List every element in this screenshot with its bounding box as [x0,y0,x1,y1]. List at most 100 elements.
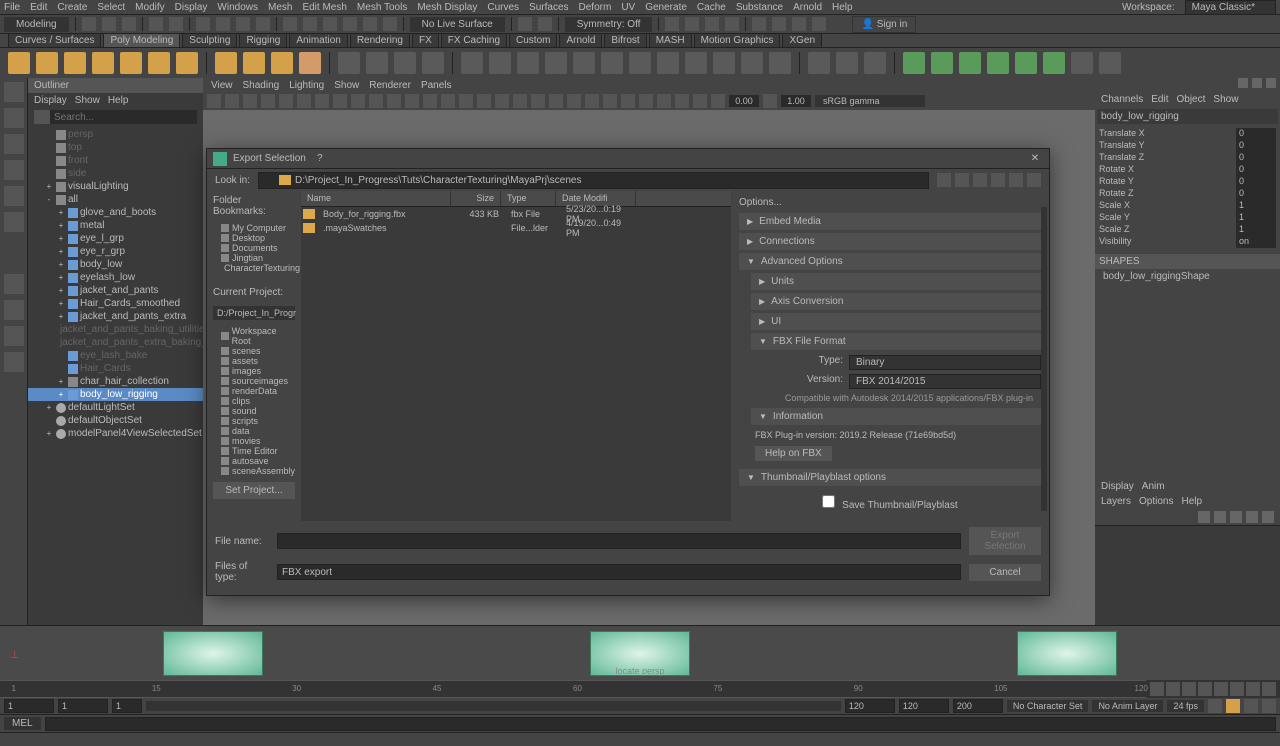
section-information[interactable]: ▼Information [751,408,1041,425]
shelf-mirror-icon[interactable] [1015,52,1037,74]
menu-help[interactable]: Help [832,2,853,13]
live-surface[interactable]: No Live Surface [410,17,505,32]
workspace-folder-item[interactable]: renderData [213,386,295,396]
vp-tool-icon[interactable] [639,94,653,108]
vp-tool-icon[interactable] [279,94,293,108]
section-axis[interactable]: ▶Axis Conversion [751,293,1041,310]
menu-generate[interactable]: Generate [645,2,687,13]
shelf-tab[interactable]: Rigging [239,33,287,48]
nav-thumbview-icon[interactable] [1027,173,1041,187]
shape-name[interactable]: body_low_riggingShape [1095,269,1280,284]
menu-file[interactable]: File [4,2,20,13]
select-tool-icon[interactable] [4,82,24,102]
attr-name[interactable]: Translate Z [1099,152,1144,164]
layout-tool-icon[interactable] [4,326,24,346]
cb-show[interactable]: Show [1213,94,1238,105]
outliner-item[interactable]: +eyelash_low [28,271,203,284]
scale-tool-icon[interactable] [4,212,24,232]
section-advanced[interactable]: ▼Advanced Options [739,253,1041,270]
vp-tool-icon[interactable] [495,94,509,108]
expand-toggle-icon[interactable]: + [56,377,66,386]
workspace-folder-item[interactable]: sourceimages [213,376,295,386]
options-scrollbar[interactable] [1041,207,1047,511]
vp-tool-icon[interactable] [657,94,671,108]
vp-tool-icon[interactable] [207,94,221,108]
file-row[interactable]: Body_for_rigging.fbx433 KBfbx File5/23/2… [301,207,731,221]
open-scene-icon[interactable] [102,17,116,31]
shelf-tab[interactable]: Animation [289,33,347,48]
vp-tool-icon[interactable] [567,94,581,108]
section-thumbnail[interactable]: ▼Thumbnail/Playblast options [739,469,1041,486]
vp-tool-icon[interactable] [603,94,617,108]
attr-value[interactable]: 1 [1236,212,1276,224]
expand-toggle-icon[interactable]: + [56,247,66,256]
expand-toggle-icon[interactable]: + [56,312,66,321]
outliner-display[interactable]: Display [34,95,67,106]
fbx-version-dropdown[interactable]: FBX 2014/2015 [849,374,1041,389]
col-size[interactable]: Size [451,191,501,206]
polyplane-icon[interactable] [148,52,170,74]
panel-toggle-icon[interactable] [772,17,786,31]
range-slider[interactable] [146,701,841,711]
workspace-folder-item[interactable]: Time Editor [213,446,295,456]
layer-add-selected-icon[interactable] [1246,511,1258,523]
shelf-targetweld-icon[interactable] [545,52,567,74]
shelf-tool-icon[interactable] [1099,52,1121,74]
vp-tool-icon[interactable] [225,94,239,108]
workspace-folder-item[interactable]: Workspace Root [213,326,295,346]
rotate-tool-icon[interactable] [4,186,24,206]
shelf-smooth-icon[interactable] [573,52,595,74]
autokey-icon[interactable] [1208,699,1222,713]
layers-options[interactable]: Options [1139,496,1173,507]
bookmark-item[interactable]: Jingtian [213,253,295,263]
character-set-dropdown[interactable]: No Character Set [1007,700,1089,712]
nav-home-icon[interactable] [973,173,987,187]
outliner-show[interactable]: Show [75,95,100,106]
attr-name[interactable]: Rotate Y [1099,176,1134,188]
outliner-item[interactable]: +Hair_Cards_smoothed [28,297,203,310]
shelf-tab[interactable]: Sculpting [182,33,237,48]
lasso-tool-icon[interactable] [4,108,24,128]
workspace-folder-item[interactable]: autosave [213,456,295,466]
colorspace-dropdown[interactable]: sRGB gamma [815,95,925,107]
shelf-tab[interactable]: Motion Graphics [694,33,781,48]
shelf-fillhole-icon[interactable] [685,52,707,74]
shelf-merge-icon[interactable] [517,52,539,74]
step-forward-key-icon[interactable] [1246,682,1260,696]
shelf-bridge-icon[interactable] [394,52,416,74]
shelf-tool-icon[interactable] [1071,52,1093,74]
shelf-extrude-icon[interactable] [338,52,360,74]
play-end-field[interactable] [845,699,895,713]
shelf-connect-icon[interactable] [864,52,886,74]
vp-tool-icon[interactable] [423,94,437,108]
layer-create-icon[interactable] [1262,511,1274,523]
shelf-subdivide-icon[interactable] [601,52,623,74]
play-reverse-icon[interactable] [1198,682,1212,696]
attr-value[interactable]: 0 [1236,152,1276,164]
dialog-titlebar[interactable]: Export Selection ? ✕ [207,149,1049,169]
menu-modify[interactable]: Modify [135,2,164,13]
set-project-button[interactable]: Set Project... [213,482,295,499]
vp-panels[interactable]: Panels [421,80,452,91]
attr-value[interactable]: on [1236,236,1276,248]
setkey-icon[interactable] [1226,699,1240,713]
current-frame-field[interactable] [112,699,142,713]
vp-tool-icon[interactable] [387,94,401,108]
bookmark-item[interactable]: Desktop [213,233,295,243]
bookmark-item[interactable]: My Computer [213,223,295,233]
workspace-folder-item[interactable]: images [213,366,295,376]
platonic-icon[interactable] [215,52,237,74]
panel-toggle-icon[interactable] [792,17,806,31]
outliner-item[interactable]: +metal [28,219,203,232]
render-icon[interactable] [685,17,699,31]
goto-start-icon[interactable] [1150,682,1164,696]
section-fbxformat[interactable]: ▼FBX File Format [751,333,1041,350]
layers-list[interactable] [1095,525,1280,625]
step-back-icon[interactable] [1182,682,1196,696]
menu-windows[interactable]: Windows [217,2,258,13]
outliner-item[interactable]: +char_hair_collection [28,375,203,388]
attr-name[interactable]: Translate X [1099,128,1145,140]
menu-deform[interactable]: Deform [579,2,612,13]
shelf-quaddraw-icon[interactable] [903,52,925,74]
render-icon[interactable] [705,17,719,31]
